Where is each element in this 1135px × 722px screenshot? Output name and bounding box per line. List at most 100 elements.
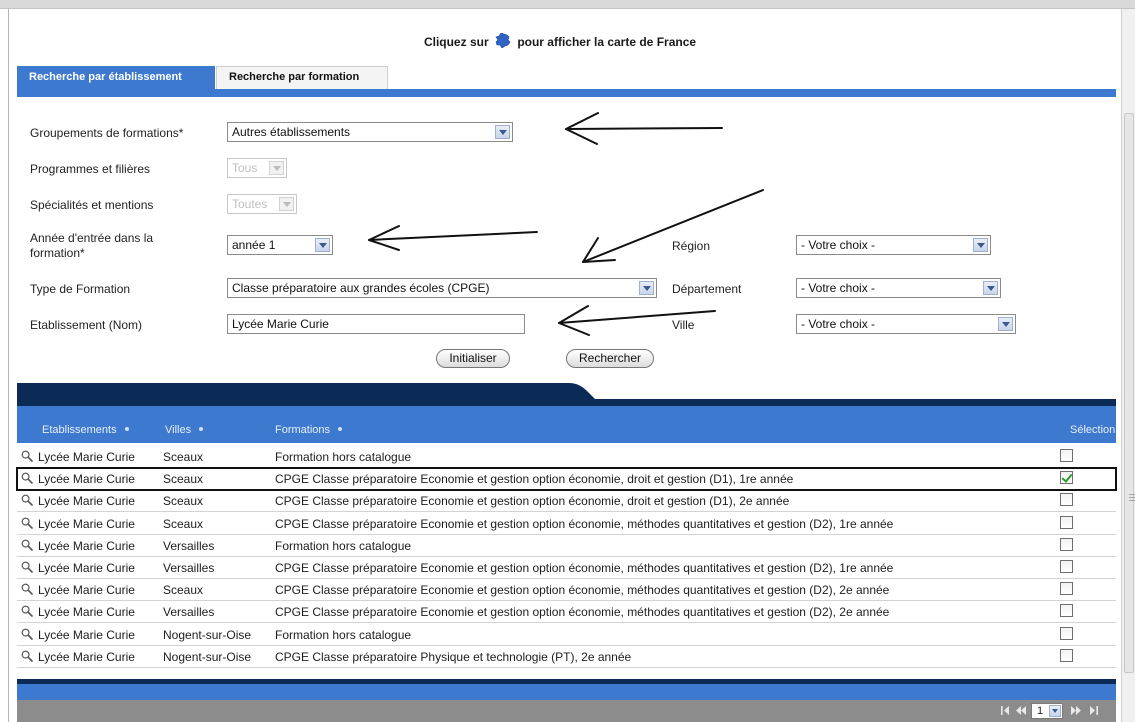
initialiser-button[interactable]: Initialiser — [436, 349, 510, 368]
table-row[interactable]: Lycée Marie Curie Versailles Formation hor… — [17, 535, 1116, 557]
browser-top-edge — [0, 0, 1135, 9]
ville-select[interactable]: - Votre choix - — [796, 314, 1016, 334]
table-row[interactable]: Lycée Marie Curie Sceaux Formation hors ca… — [17, 446, 1116, 468]
magnifier-icon[interactable] — [21, 583, 33, 595]
cell-ville: Sceaux — [163, 494, 204, 508]
magnifier-icon[interactable] — [21, 450, 33, 462]
tab-underline — [17, 89, 1116, 97]
selection-checkbox[interactable] — [1060, 493, 1073, 506]
rechercher-button[interactable]: Rechercher — [566, 349, 654, 368]
arrow-groupements — [565, 127, 723, 130]
cell-etablissement[interactable]: Lycée Marie Curie — [38, 517, 135, 531]
page-select[interactable]: 1 — [1031, 703, 1063, 719]
next-page-icon[interactable] — [1070, 704, 1082, 717]
table-row[interactable]: Lycée Marie Curie Sceaux CPGE Classe prépa… — [16, 467, 1117, 491]
cell-etablissement[interactable]: Lycée Marie Curie — [38, 605, 135, 619]
table-row[interactable]: Lycée Marie Curie Versailles CPGE Classe p… — [17, 601, 1116, 623]
sort-icon — [338, 427, 343, 431]
cell-formation: CPGE Classe préparatoire Economie et ges… — [275, 494, 790, 508]
cell-ville: Versailles — [163, 539, 215, 553]
first-page-icon[interactable] — [1000, 704, 1012, 717]
table-row[interactable]: Lycée Marie Curie Versailles CPGE Classe p… — [17, 557, 1116, 579]
table-row[interactable]: Lycée Marie Curie Sceaux CPGE Classe prépa… — [17, 513, 1116, 535]
cell-etablissement[interactable]: Lycée Marie Curie — [38, 561, 135, 575]
cell-etablissement[interactable]: Lycée Marie Curie — [38, 472, 135, 486]
table-row[interactable]: Lycée Marie Curie Nogent-sur-Oise Formatio… — [17, 624, 1116, 646]
col-villes[interactable]: Villes — [165, 424, 204, 436]
chevron-down-icon — [1049, 705, 1061, 717]
departement-value: - Votre choix - — [801, 281, 876, 295]
magnifier-icon[interactable] — [21, 628, 33, 640]
magnifier-icon[interactable] — [21, 650, 33, 662]
col-etablissements[interactable]: Etablissements — [42, 424, 129, 436]
col-formations[interactable]: Formations — [275, 424, 343, 436]
arrow-annee — [368, 231, 538, 241]
cell-ville: Sceaux — [163, 472, 204, 486]
ville-value: - Votre choix - — [801, 317, 876, 331]
magnifier-icon[interactable] — [21, 517, 33, 529]
annee-value: année 1 — [232, 238, 276, 252]
programmes-value: Tous — [232, 161, 258, 175]
magnifier-icon[interactable] — [21, 539, 33, 551]
selection-checkbox[interactable] — [1060, 471, 1073, 484]
col-selection: Sélection — [1070, 424, 1116, 436]
selection-checkbox[interactable] — [1060, 604, 1073, 617]
selection-checkbox[interactable] — [1060, 649, 1073, 662]
footer-blue-bar — [17, 684, 1116, 700]
region-label: Région — [672, 239, 711, 253]
cell-formation: Formation hors catalogue — [275, 539, 412, 553]
annee-select[interactable]: année 1 — [227, 235, 333, 255]
chevron-down-icon — [315, 238, 330, 252]
selection-checkbox[interactable] — [1060, 538, 1073, 551]
cell-etablissement[interactable]: Lycée Marie Curie — [38, 628, 135, 642]
table-row[interactable]: Lycée Marie Curie Nogent-sur-Oise CPGE Cla… — [17, 646, 1116, 668]
cell-ville: Nogent-sur-Oise — [163, 628, 252, 642]
tab-recherche-formation[interactable]: Recherche par formation — [216, 66, 388, 89]
selection-checkbox[interactable] — [1060, 449, 1073, 462]
type-formation-label: Type de Formation — [30, 282, 131, 296]
table-row[interactable]: Lycée Marie Curie Sceaux CPGE Classe prépa… — [17, 579, 1116, 601]
magnifier-icon[interactable] — [21, 561, 33, 573]
prev-page-icon[interactable] — [1015, 704, 1027, 717]
magnifier-icon[interactable] — [21, 494, 33, 506]
cell-etablissement[interactable]: Lycée Marie Curie — [38, 450, 135, 464]
vertical-scrollbar[interactable] — [1121, 9, 1135, 722]
chevron-down-icon — [973, 238, 988, 252]
chevron-down-icon — [269, 161, 284, 175]
last-page-icon[interactable] — [1087, 704, 1099, 717]
page-number: 1 — [1037, 705, 1044, 717]
results-tab-shape — [17, 383, 1116, 406]
cell-etablissement[interactable]: Lycée Marie Curie — [38, 583, 135, 597]
selection-checkbox[interactable] — [1060, 560, 1073, 573]
type-formation-value: Classe préparatoire aux grandes écoles (… — [232, 281, 490, 295]
sort-icon — [199, 427, 204, 431]
cell-etablissement[interactable]: Lycée Marie Curie — [38, 539, 135, 553]
cell-formation: CPGE Classe préparatoire Economie et ges… — [275, 517, 894, 531]
specialites-label: Spécialités et mentions — [30, 198, 154, 212]
cell-ville: Versailles — [163, 605, 215, 619]
cell-etablissement[interactable]: Lycée Marie Curie — [38, 650, 135, 664]
chevron-down-icon — [639, 281, 654, 295]
etablissement-input[interactable]: Lycée Marie Curie — [227, 314, 525, 334]
chevron-down-icon — [998, 317, 1013, 331]
cell-formation: CPGE Classe préparatoire Economie et ges… — [275, 472, 794, 486]
groupements-select[interactable]: Autres établissements — [227, 122, 513, 142]
region-select[interactable]: - Votre choix - — [796, 235, 991, 255]
selection-checkbox[interactable] — [1060, 516, 1073, 529]
france-map-icon[interactable] — [495, 33, 511, 48]
frame-border — [8, 9, 9, 722]
tab-recherche-etablissement[interactable]: Recherche par établissement — [17, 66, 215, 89]
type-formation-select[interactable]: Classe préparatoire aux grandes écoles (… — [227, 278, 657, 298]
selection-checkbox[interactable] — [1060, 627, 1073, 640]
chevron-down-icon — [279, 197, 294, 211]
map-hint-before: Cliquez sur — [423, 35, 489, 49]
cell-etablissement[interactable]: Lycée Marie Curie — [38, 494, 135, 508]
departement-select[interactable]: - Votre choix - — [796, 278, 1001, 298]
selection-checkbox[interactable] — [1060, 582, 1073, 595]
scrollbar-thumb[interactable] — [1124, 113, 1135, 673]
table-row[interactable]: Lycée Marie Curie Sceaux CPGE Classe prépa… — [17, 490, 1116, 512]
magnifier-icon[interactable] — [21, 472, 33, 484]
annee-label-line2: formation* — [30, 246, 85, 260]
magnifier-icon[interactable] — [21, 605, 33, 617]
sort-icon — [124, 427, 129, 431]
